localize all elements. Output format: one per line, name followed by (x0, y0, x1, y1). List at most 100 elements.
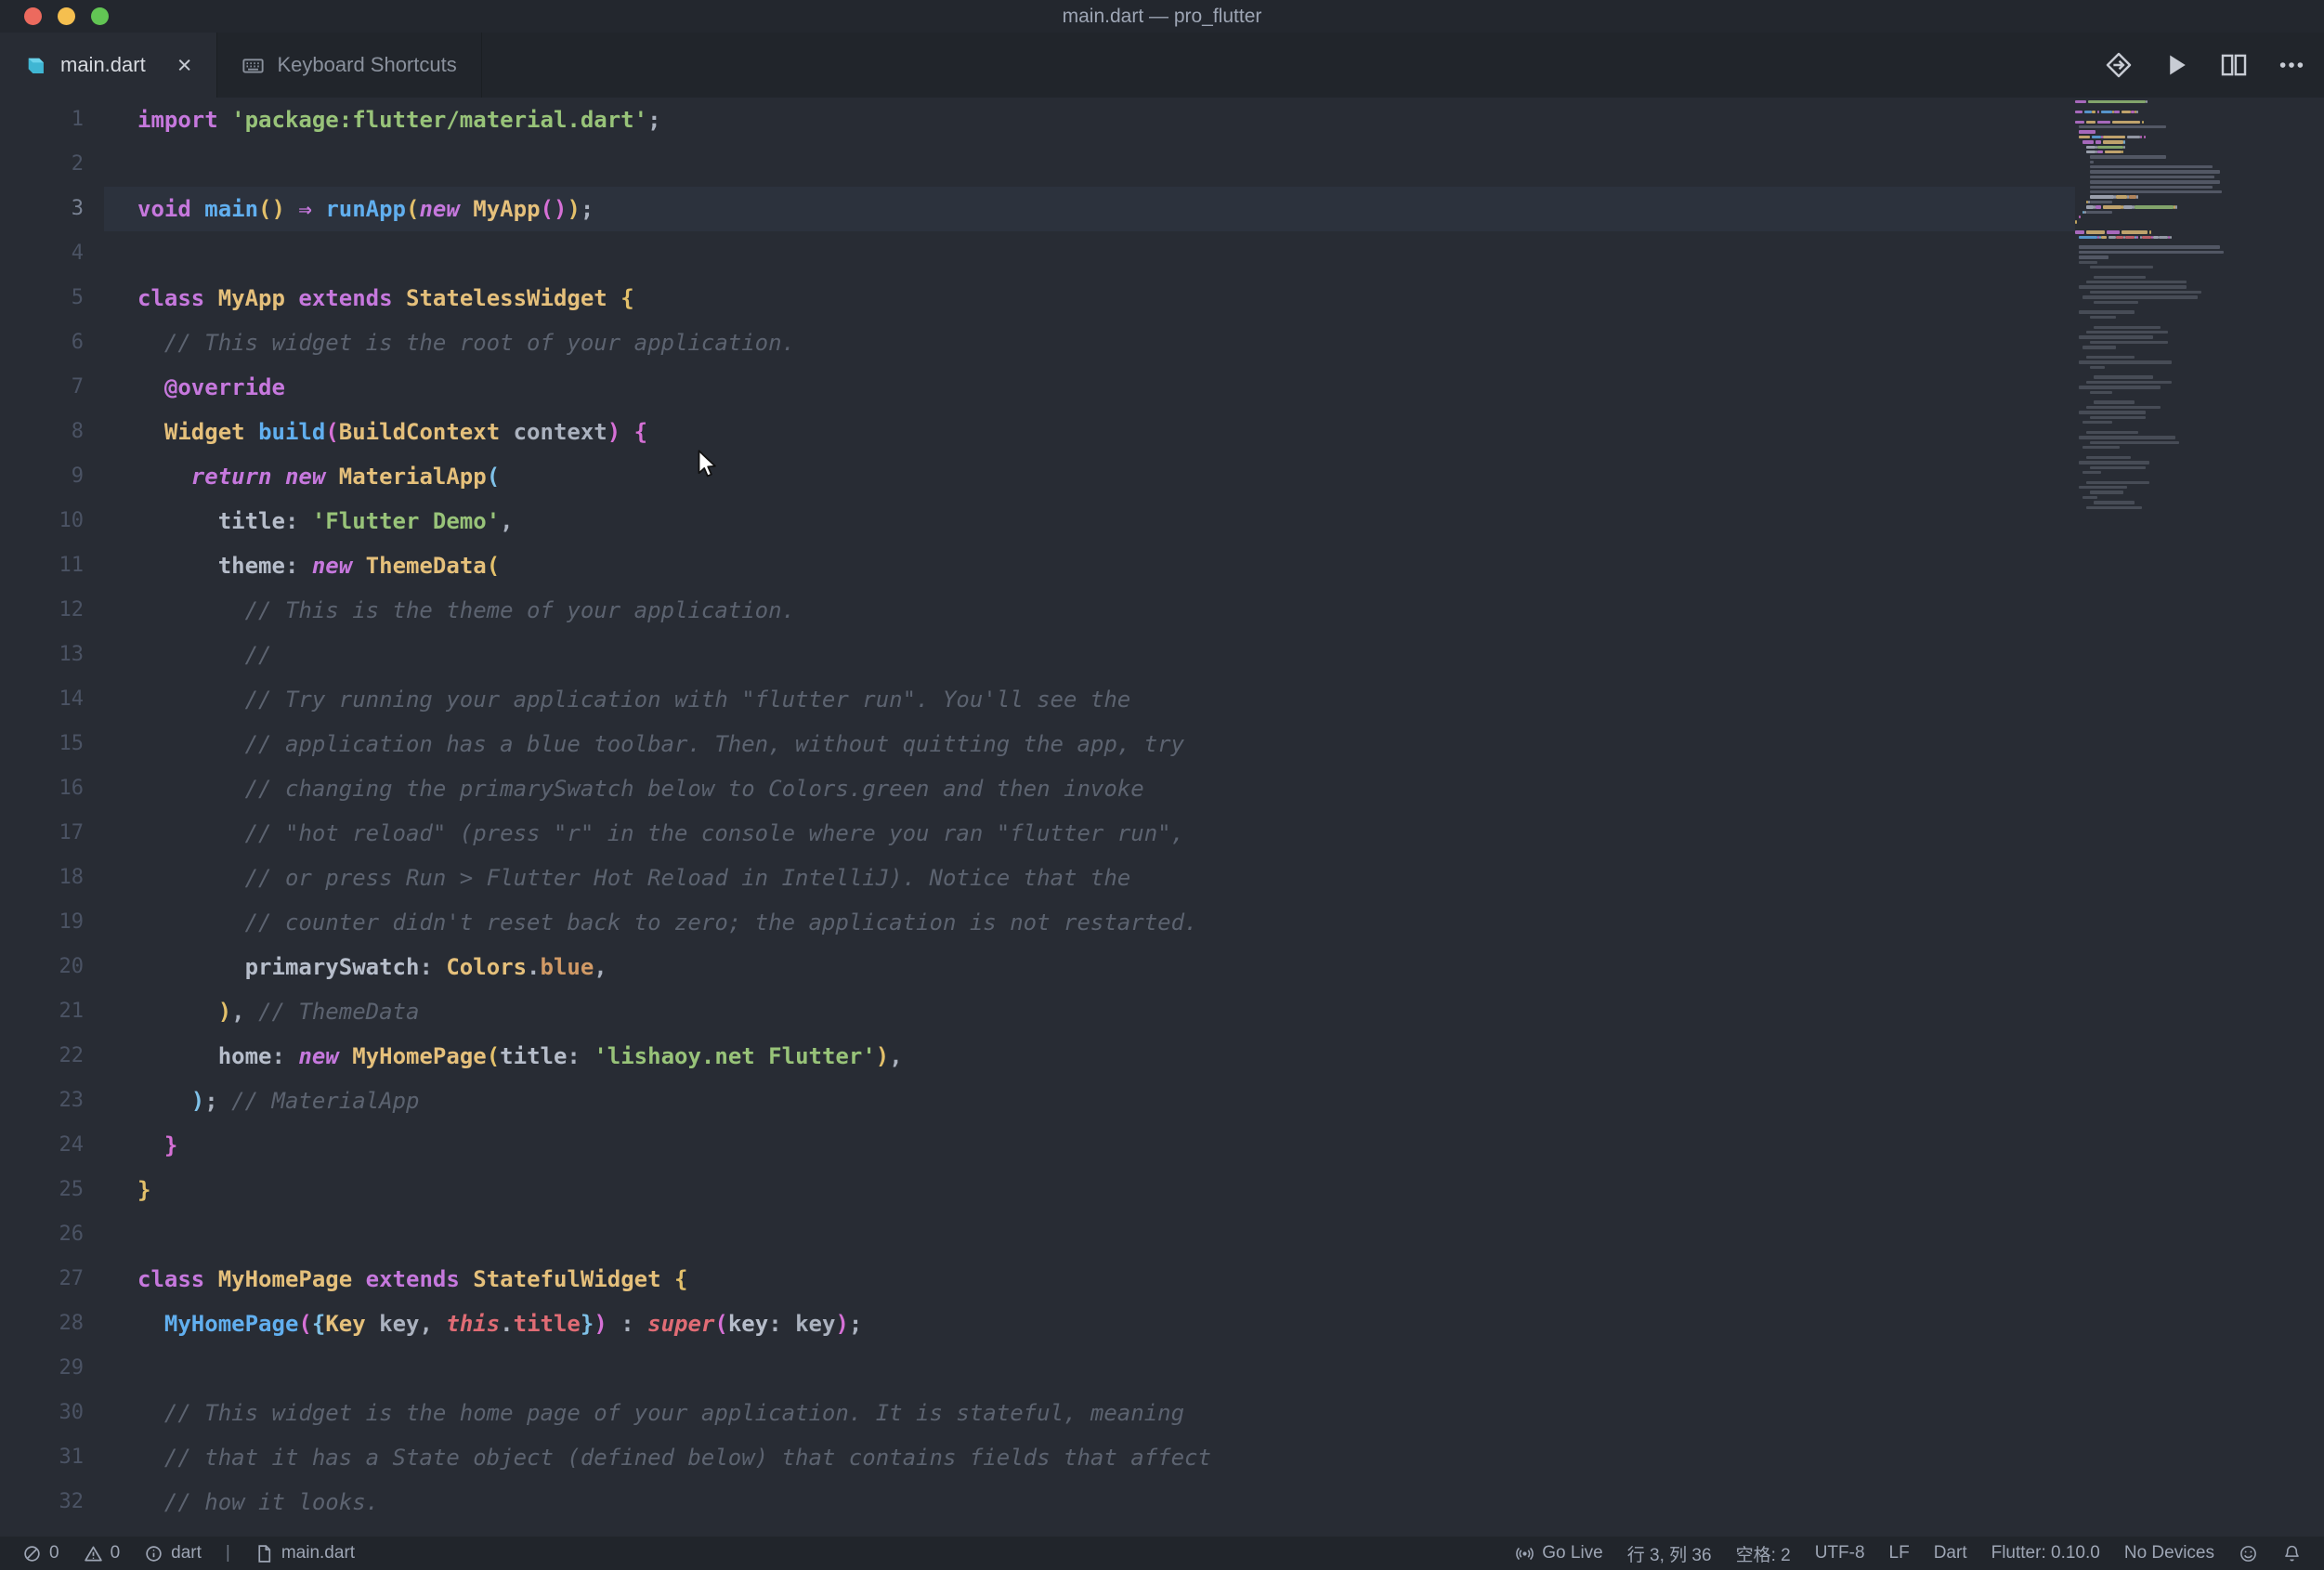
code-line[interactable]: 10 title: 'Flutter Demo', (0, 499, 2324, 543)
warning-count: 0 (110, 1543, 121, 1563)
tab-label: main.dart (60, 53, 146, 76)
problems-warnings[interactable]: 0 (84, 1543, 121, 1563)
code-line-content: } (163, 1132, 178, 1158)
dart-analysis-status[interactable]: dart (144, 1543, 202, 1563)
code-line[interactable]: 25} (0, 1168, 2324, 1212)
code-line[interactable]: 2 (0, 142, 2324, 187)
go-live-label: Go Live (1542, 1543, 1603, 1563)
zoom-window-button[interactable] (91, 7, 109, 25)
code-line[interactable]: 29 (0, 1346, 2324, 1391)
line-number: 26 (59, 1223, 85, 1246)
code-line[interactable]: 28 MyHomePage({Key key, this.title}) : s… (0, 1302, 2324, 1346)
code-line[interactable]: 32 // how it looks. (0, 1480, 2324, 1524)
code-line[interactable]: 1 import 'package:flutter/material.dart'; (0, 98, 2324, 142)
go-live-button[interactable]: Go Live (1515, 1543, 1603, 1563)
encoding-setting[interactable]: UTF-8 (1815, 1543, 1865, 1563)
code-line-content: MyHomePage({Key key, this.title}) : supe… (163, 1311, 863, 1337)
code-line-content: class MyHomePage extends StatefulWidget … (137, 1266, 688, 1292)
code-line[interactable]: 4 (0, 231, 2324, 276)
code-line-content: primarySwatch: Colors.blue, (244, 954, 607, 980)
notifications-bell-icon[interactable] (2282, 1544, 2302, 1563)
line-number: 16 (59, 777, 85, 800)
minimap[interactable] (2075, 99, 2240, 510)
line-number: 14 (59, 687, 85, 711)
code-line[interactable]: 23 ); // MaterialApp (0, 1079, 2324, 1123)
line-number: 12 (59, 598, 85, 621)
code-line[interactable]: 12 // This is the theme of your applicat… (0, 588, 2324, 633)
dart-file-icon (28, 58, 44, 73)
code-line-content: ); // MaterialApp (190, 1088, 420, 1114)
code-line[interactable]: 17 // "hot reload" (press "r" in the con… (0, 811, 2324, 856)
code-line[interactable]: 7 @override (0, 365, 2324, 410)
language-mode[interactable]: Dart (1934, 1543, 1967, 1563)
more-actions-icon[interactable] (2278, 51, 2305, 79)
code-line[interactable]: 6 // This widget is the root of your app… (0, 321, 2324, 365)
code-line[interactable]: 8 Widget build(BuildContext context) { (0, 410, 2324, 454)
flutter-version[interactable]: Flutter: 0.10.0 (1991, 1543, 2100, 1563)
line-number: 10 (59, 509, 85, 532)
line-number: 32 (59, 1490, 85, 1513)
code-line-content: // Try running your application with "fl… (137, 687, 1131, 713)
status-left: 0 0 dart | main.dart (22, 1543, 355, 1563)
window-title: main.dart — pro_flutter (1062, 5, 1262, 27)
code-line[interactable]: 20 primarySwatch: Colors.blue, (0, 945, 2324, 989)
cursor-position[interactable]: 行 3, 列 36 (1627, 1541, 1712, 1566)
line-number: 13 (59, 643, 85, 666)
keyboard-icon (242, 58, 264, 72)
tab-main-dart[interactable]: main.dart × (0, 33, 217, 98)
code-line[interactable]: 5 class MyApp extends StatelessWidget { (0, 276, 2324, 321)
code-line[interactable]: 30 // This widget is the home page of yo… (0, 1391, 2324, 1435)
code-line-content: // This is the theme of your application… (137, 597, 796, 623)
close-tab-icon[interactable]: × (177, 52, 192, 78)
indentation-setting[interactable]: 空格: 2 (1736, 1541, 1791, 1566)
code-line-content: // This widget is the root of your appli… (137, 330, 796, 356)
code-line[interactable]: 16 // changing the primarySwatch below t… (0, 766, 2324, 811)
line-number: 7 (71, 375, 84, 399)
device-selector[interactable]: No Devices (2124, 1543, 2214, 1563)
feedback-smiley-icon[interactable] (2239, 1544, 2258, 1563)
code-line[interactable]: 21 ), // ThemeData (0, 989, 2324, 1034)
line-number: 31 (59, 1446, 85, 1469)
tab-label: Keyboard Shortcuts (277, 53, 457, 76)
code-line[interactable]: 22 home: new MyHomePage(title: 'lishaoy.… (0, 1034, 2324, 1079)
code-line[interactable]: 27 class MyHomePage extends StatefulWidge… (0, 1257, 2324, 1302)
line-number: 28 (59, 1312, 85, 1335)
editor-tab-bar: main.dart × Keyboard Shortcuts (0, 33, 2324, 98)
problems-errors[interactable]: 0 (22, 1543, 59, 1563)
code-line-content: void main() ⇒ runApp(new MyApp()); (104, 187, 2075, 231)
code-line[interactable]: 13 // (0, 633, 2324, 677)
code-line[interactable]: 26 (0, 1212, 2324, 1257)
code-line[interactable]: 3 void main() ⇒ runApp(new MyApp()); (0, 187, 2324, 231)
error-icon (24, 1545, 40, 1562)
line-number: 21 (59, 1000, 85, 1023)
line-number: 27 (59, 1267, 85, 1290)
active-file-status[interactable]: main.dart (255, 1543, 355, 1563)
code-line-content (104, 231, 2075, 276)
code-line-content: // changing the primarySwatch below to C… (137, 776, 1144, 802)
code-line[interactable]: 19 // counter didn't reset back to zero;… (0, 900, 2324, 945)
code-line-content: // how it looks. (137, 1489, 380, 1515)
eol-setting[interactable]: LF (1889, 1543, 1910, 1563)
code-line[interactable]: 18 // or press Run > Flutter Hot Reload … (0, 856, 2324, 900)
code-line-content: import 'package:flutter/material.dart'; (137, 107, 661, 133)
code-line-content: // or press Run > Flutter Hot Reload in … (137, 865, 1131, 891)
line-number: 20 (59, 955, 85, 978)
open-changes-icon[interactable] (2105, 51, 2133, 79)
broadcast-icon (1516, 1547, 1534, 1560)
run-button-icon[interactable] (2162, 51, 2190, 79)
minimize-window-button[interactable] (58, 7, 75, 25)
code-line[interactable]: 31 // that it has a State object (define… (0, 1435, 2324, 1480)
code-line[interactable]: 15 // application has a blue toolbar. Th… (0, 722, 2324, 766)
split-editor-icon[interactable] (2220, 51, 2248, 79)
window-titlebar: main.dart — pro_flutter (0, 0, 2324, 33)
code-line[interactable]: 24 } (0, 1123, 2324, 1168)
line-number: 5 (71, 286, 84, 309)
close-window-button[interactable] (24, 7, 42, 25)
code-line[interactable]: 9 return new MaterialApp( (0, 454, 2324, 499)
tab-keyboard-shortcuts[interactable]: Keyboard Shortcuts (217, 33, 482, 98)
file-name-label: main.dart (281, 1543, 356, 1563)
code-line[interactable]: 11 theme: new ThemeData( (0, 543, 2324, 588)
code-editor[interactable]: 1 import 'package:flutter/material.dart';… (0, 98, 2324, 1537)
code-line-content (104, 1212, 2075, 1257)
code-line[interactable]: 14 // Try running your application with … (0, 677, 2324, 722)
